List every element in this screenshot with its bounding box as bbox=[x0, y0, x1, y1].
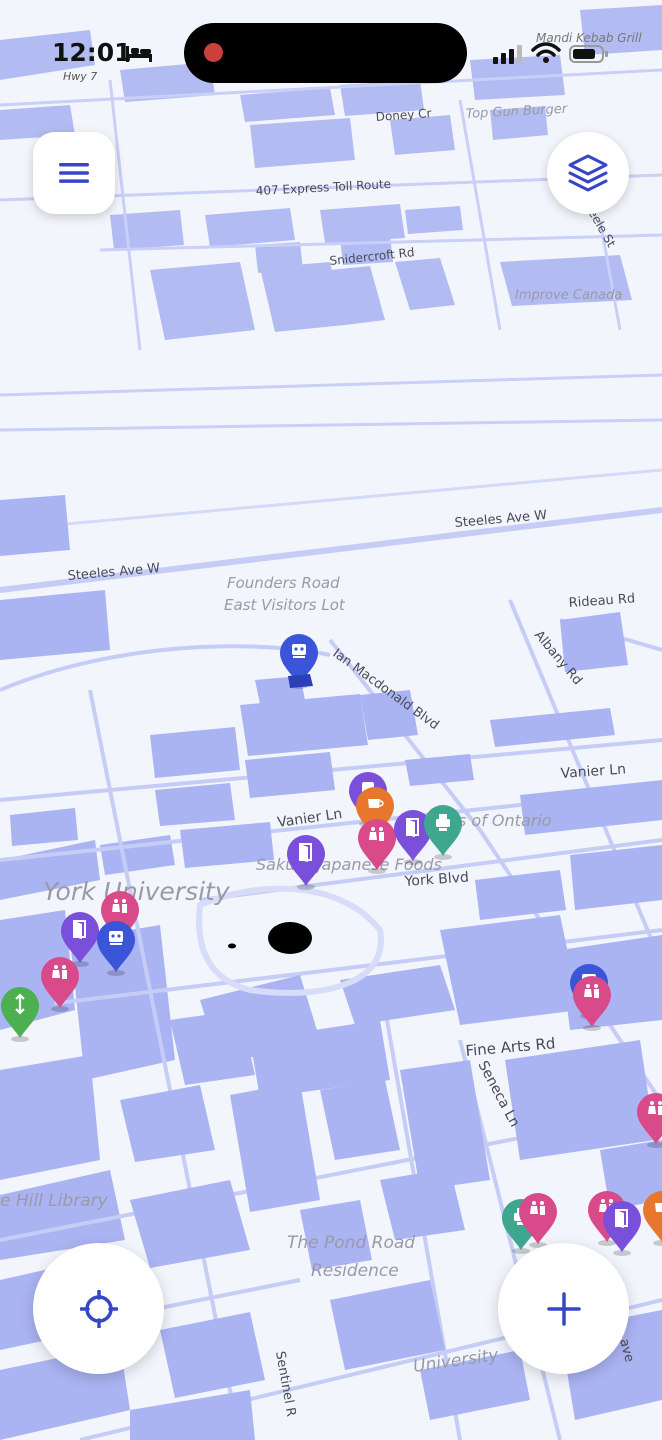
status-time: 12:01 bbox=[52, 38, 132, 67]
sleep-focus-icon bbox=[126, 46, 152, 62]
menu-button[interactable] bbox=[33, 132, 115, 214]
plus-icon bbox=[546, 1291, 581, 1326]
crosshair-icon bbox=[79, 1289, 118, 1328]
battery-icon bbox=[569, 45, 608, 63]
wifi-icon bbox=[531, 42, 561, 63]
label-improve-canada: Improve Canada bbox=[515, 288, 622, 303]
label-east-visitors-lot: East Visitors Lot bbox=[224, 596, 346, 614]
map-app: Doney Cr Top Gun Burger 407 Express Toll… bbox=[0, 0, 662, 1440]
status-bar: 12:01 Hwy 7 Mandi Kebab Grill bbox=[0, 0, 662, 100]
cellular-signal-icon bbox=[493, 45, 522, 64]
label-of-ontario: s of Ontario bbox=[458, 811, 552, 830]
status-location-hint: Hwy 7 bbox=[63, 70, 98, 83]
dynamic-island bbox=[184, 23, 467, 83]
add-location-button[interactable] bbox=[498, 1243, 629, 1374]
layers-button[interactable] bbox=[547, 132, 629, 214]
label-founders-road: Founders Road bbox=[227, 574, 340, 592]
label-residence: Residence bbox=[311, 1261, 399, 1281]
layers-icon bbox=[568, 154, 608, 192]
campus-map[interactable]: Doney Cr Top Gun Burger 407 Express Toll… bbox=[0, 0, 662, 1440]
recording-indicator-icon bbox=[204, 43, 223, 62]
hamburger-icon bbox=[59, 163, 89, 183]
label-pond-road: The Pond Road bbox=[287, 1233, 415, 1253]
locate-me-button[interactable] bbox=[33, 1243, 164, 1374]
label-library: e Hill Library bbox=[0, 1191, 109, 1211]
pond bbox=[268, 922, 312, 954]
